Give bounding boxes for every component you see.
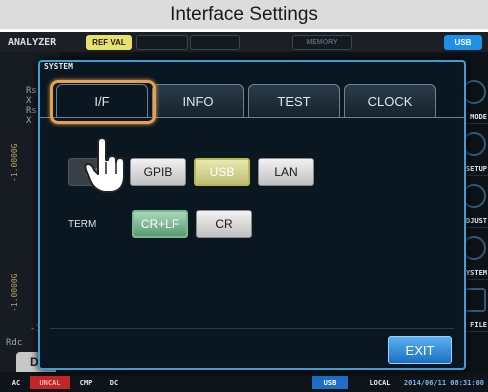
dialog-divider [50,328,454,329]
tab-info[interactable]: INFO [152,84,244,118]
lan-button[interactable]: LAN [258,158,314,186]
axis-label-bottom: -1.0000G [10,273,19,312]
local-status: LOCAL [369,378,391,387]
bottom-status-bar: AC UNCAL CMP DC USB LOCAL 2014/06/11 08:… [0,372,488,392]
top-status-bar: ANALYZER REF VAL MEMORY USB [0,32,488,52]
status-slot-2 [190,35,240,50]
tab-test[interactable]: TEST [248,84,340,118]
param-label: Rs [26,86,37,96]
analyzer-mode-label[interactable]: ANALYZER [8,35,64,50]
term-crlf-button[interactable]: CR+LF [132,210,188,238]
param-label: X [26,96,32,106]
usb-button[interactable]: USB [194,158,250,186]
pointing-hand-icon [84,138,125,193]
param-label: X [26,116,32,126]
param-label: Rs [26,106,37,116]
gpib-button[interactable]: GPIB [130,158,186,186]
exit-button[interactable]: EXIT [388,336,452,364]
ref-val-button[interactable]: REF VAL [86,35,132,50]
dc-indicator: DC [109,378,119,387]
dialog-title: SYSTEM [44,62,73,71]
cmp-indicator: CMP [79,378,93,387]
rdc-label: Rdc [6,338,23,348]
page-caption: Interface Settings [0,0,488,29]
axis-label-top: -1.0000G [10,143,19,182]
term-label: TERM [68,219,97,230]
term-cr-button[interactable]: CR [196,210,252,238]
usb-status: USB [312,376,348,389]
ac-indicator: AC [11,378,21,387]
usb-indicator: USB [444,35,482,50]
status-slot-1 [136,35,188,50]
datetime: 2014/06/11 08:31:00 [403,378,484,387]
tab-highlight-ring [50,80,156,124]
memory-indicator: MEMORY [292,35,352,50]
uncal-indicator: UNCAL [30,376,70,389]
tab-clock[interactable]: CLOCK [344,84,436,118]
